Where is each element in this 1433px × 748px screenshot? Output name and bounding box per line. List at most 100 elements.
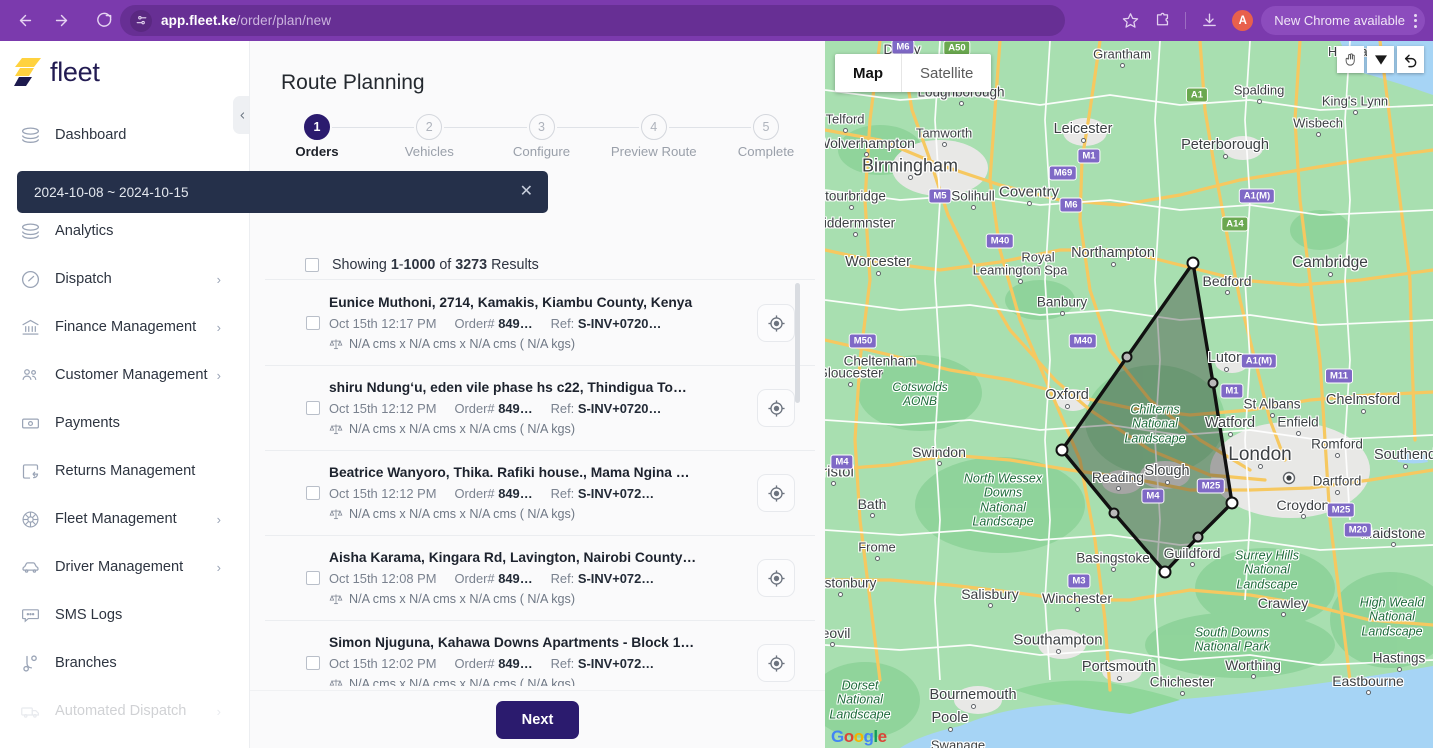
map-city-dot [1352, 110, 1358, 115]
polygon-vertex-handle[interactable] [1225, 496, 1239, 510]
order-row[interactable]: Simon Njuguna, Kahawa Downs Apartments -… [265, 621, 815, 686]
scrollbar-thumb[interactable] [795, 283, 800, 403]
map-type-switcher[interactable]: Map Satellite [835, 54, 992, 92]
polygon-midpoint-handle[interactable] [1108, 507, 1120, 519]
step-configure[interactable]: 3 Configure [513, 114, 570, 159]
sidebar-item-branches[interactable]: Branches [0, 639, 249, 687]
chevron-right-icon[interactable]: › [217, 369, 221, 382]
chevron-right-icon[interactable]: › [217, 513, 221, 526]
map-road-shield: M4 [830, 454, 854, 470]
scale-balance-icon [329, 422, 343, 436]
order-row[interactable]: shiru Ndung‘u, eden vile phase hs c22, T… [265, 366, 815, 451]
select-all-checkbox[interactable] [305, 257, 319, 272]
hand-pan-icon[interactable] [1337, 46, 1364, 73]
back-button[interactable] [10, 6, 40, 36]
step-preview-route[interactable]: 4 Preview Route [611, 114, 697, 159]
sidebar-item-sms-logs[interactable]: SMS Logs [0, 591, 249, 639]
crosshair-target-icon[interactable] [757, 389, 795, 427]
order-row[interactable]: Beatrice Wanyoro, Thika. Rafiki house., … [265, 451, 815, 536]
order-ref: Ref: S-INV+072… [551, 571, 655, 586]
chevron-right-icon[interactable]: › [217, 321, 221, 334]
chevron-right-icon[interactable]: › [217, 561, 221, 574]
order-number-value: 849… [498, 316, 533, 331]
profile-avatar[interactable]: A [1232, 10, 1254, 31]
order-ref-value: S-INV+0720… [577, 401, 662, 416]
sidebar-item-dispatch[interactable]: Dispatch › [0, 255, 249, 303]
map-city-dot [1280, 612, 1286, 617]
order-checkbox[interactable] [306, 401, 320, 415]
sidebar-item-analytics[interactable]: Analytics [0, 207, 249, 255]
car-icon [18, 555, 42, 579]
map-type-satellite[interactable]: Satellite [902, 54, 991, 92]
close-icon[interactable]: ✕ [520, 184, 533, 200]
map-panel[interactable]: DerbyGranthamHunstantonLoughboroughSpald… [825, 41, 1433, 748]
sidebar-item-returns-management[interactable]: Returns Management [0, 447, 249, 495]
orders-list[interactable]: Eunice Muthoni, 2714, Kamakis, Kiambu Co… [265, 281, 815, 686]
layers-icon [18, 123, 42, 147]
crosshair-target-icon[interactable] [757, 304, 795, 342]
sidebar-item-finance-management[interactable]: Finance Management › [0, 303, 249, 351]
map-road-shield: M25 [1326, 502, 1356, 518]
step-complete[interactable]: 5 Complete [738, 114, 794, 159]
step-orders[interactable]: 1 Orders [295, 114, 339, 159]
sidebar-item-payments[interactable]: Payments [0, 399, 249, 447]
orders-scrollbar[interactable] [795, 283, 800, 683]
puzzle-icon[interactable] [1147, 6, 1177, 36]
step-vehicles[interactable]: 2 Vehicles [405, 114, 454, 159]
step-connector [556, 126, 639, 128]
order-title: Beatrice Wanyoro, Thika. Rafiki house., … [329, 465, 690, 480]
order-checkbox[interactable] [306, 486, 320, 500]
layers-icon [18, 219, 42, 243]
order-number-value: 849… [498, 656, 533, 671]
step-connector [332, 126, 415, 128]
order-checkbox[interactable] [306, 656, 320, 670]
order-ref-label: Ref: [550, 401, 575, 416]
sidebar-collapse-button[interactable] [233, 96, 249, 134]
map-city-dot [970, 704, 976, 709]
polygon-vertex-handle[interactable] [1158, 565, 1172, 579]
map-road-shield: M6 [1059, 197, 1083, 213]
polygon-midpoint-handle[interactable] [1192, 531, 1204, 543]
order-row[interactable]: Aisha Karama, Kingara Rd, Lavington, Nai… [265, 536, 815, 621]
polygon-midpoint-handle[interactable] [1121, 351, 1133, 363]
chevron-right-icon[interactable]: › [217, 705, 221, 718]
forward-button[interactable] [46, 6, 76, 36]
kebab-menu-icon[interactable] [1414, 13, 1417, 28]
sidebar-item-fleet-management[interactable]: Fleet Management › [0, 495, 249, 543]
next-button[interactable]: Next [495, 700, 580, 739]
step-connector [444, 126, 527, 128]
crosshair-target-icon[interactable] [757, 644, 795, 682]
map-draw-tools[interactable] [1337, 46, 1424, 73]
step-number: 1 [304, 114, 330, 140]
map-city-dot [852, 232, 858, 237]
polygon-midpoint-handle[interactable] [1207, 377, 1219, 389]
order-checkbox[interactable] [306, 571, 320, 585]
polygon-vertex-handle[interactable] [1186, 256, 1200, 270]
results-count-text: Showing 1-1000 of 3273 Results [332, 257, 539, 273]
polygon-draw-icon[interactable] [1367, 46, 1394, 73]
reload-button[interactable] [88, 6, 118, 36]
site-settings-icon[interactable] [130, 9, 152, 32]
order-checkbox[interactable] [306, 316, 320, 330]
map-city-dot [1365, 690, 1371, 695]
sidebar-item-dashboard[interactable]: Dashboard [0, 111, 249, 159]
polygon-vertex-handle[interactable] [1055, 443, 1069, 457]
address-bar[interactable]: app.fleet.ke/order/plan/new [120, 5, 1065, 36]
undo-arrow-icon[interactable] [1397, 46, 1424, 73]
step-label: Orders [295, 144, 339, 159]
map-road-shield: M50 [848, 333, 878, 349]
date-range-filter[interactable]: 2024-10-08 ~ 2024-10-15 ✕ [17, 171, 548, 213]
brand-logo[interactable]: fleet [0, 41, 249, 103]
chevron-right-icon[interactable]: › [217, 273, 221, 286]
sidebar-item-automated-dispatch[interactable]: Automated Dispatch › [0, 687, 249, 735]
update-chip[interactable]: New Chrome available [1261, 6, 1425, 35]
star-icon[interactable] [1115, 6, 1145, 36]
sidebar-item-driver-management[interactable]: Driver Management › [0, 543, 249, 591]
map-type-map[interactable]: Map [835, 54, 902, 92]
crosshair-target-icon[interactable] [757, 474, 795, 512]
download-icon[interactable] [1194, 6, 1224, 36]
order-row[interactable]: Eunice Muthoni, 2714, Kamakis, Kiambu Co… [265, 281, 815, 366]
crosshair-target-icon[interactable] [757, 559, 795, 597]
map-road-shield: M1 [1220, 383, 1244, 399]
sidebar-item-customer-management[interactable]: Customer Management › [0, 351, 249, 399]
